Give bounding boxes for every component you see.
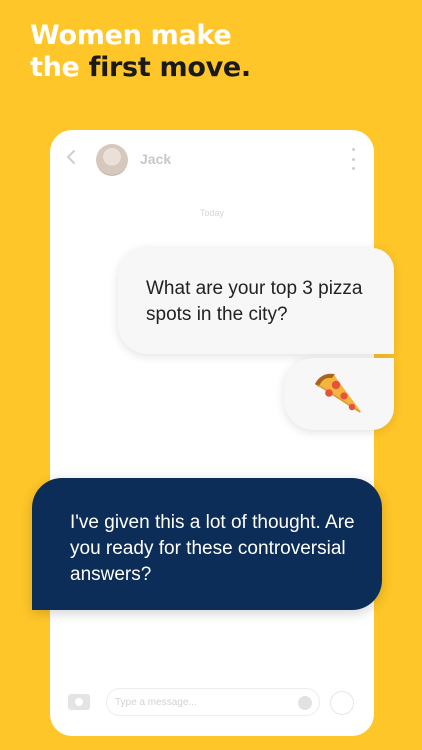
avatar[interactable] xyxy=(96,144,128,176)
headline-line-2: the first move. xyxy=(30,52,251,84)
phone-chat-screen: Jack Today xyxy=(50,130,374,736)
pizza-icon xyxy=(315,373,362,413)
message-bubble-emoji xyxy=(284,358,394,430)
message-bubble-received: I've given this a lot of thought. Are yo… xyxy=(32,478,382,610)
day-label: Today xyxy=(199,208,225,218)
emoji-icon[interactable] xyxy=(298,696,312,710)
message-input-bar xyxy=(50,674,374,736)
camera-icon[interactable] xyxy=(68,694,90,710)
headline: Women make the first move. xyxy=(30,20,251,84)
headline-line-1: Women make xyxy=(30,20,232,51)
message-bubble-sent: What are your top 3 pizza spots in the c… xyxy=(118,248,394,354)
message-input[interactable] xyxy=(106,688,320,716)
back-arrow-icon xyxy=(67,150,75,164)
headline-emphasis: first move. xyxy=(88,52,252,83)
kebab-menu-icon[interactable] xyxy=(350,148,356,170)
back-button[interactable] xyxy=(60,146,82,168)
app-screenshot: Women make the first move. Jack Today Wh… xyxy=(0,0,422,750)
headline-prefix: the xyxy=(30,52,89,83)
chat-header: Jack xyxy=(50,130,374,188)
send-icon[interactable] xyxy=(330,691,354,715)
contact-name[interactable]: Jack xyxy=(140,151,171,167)
